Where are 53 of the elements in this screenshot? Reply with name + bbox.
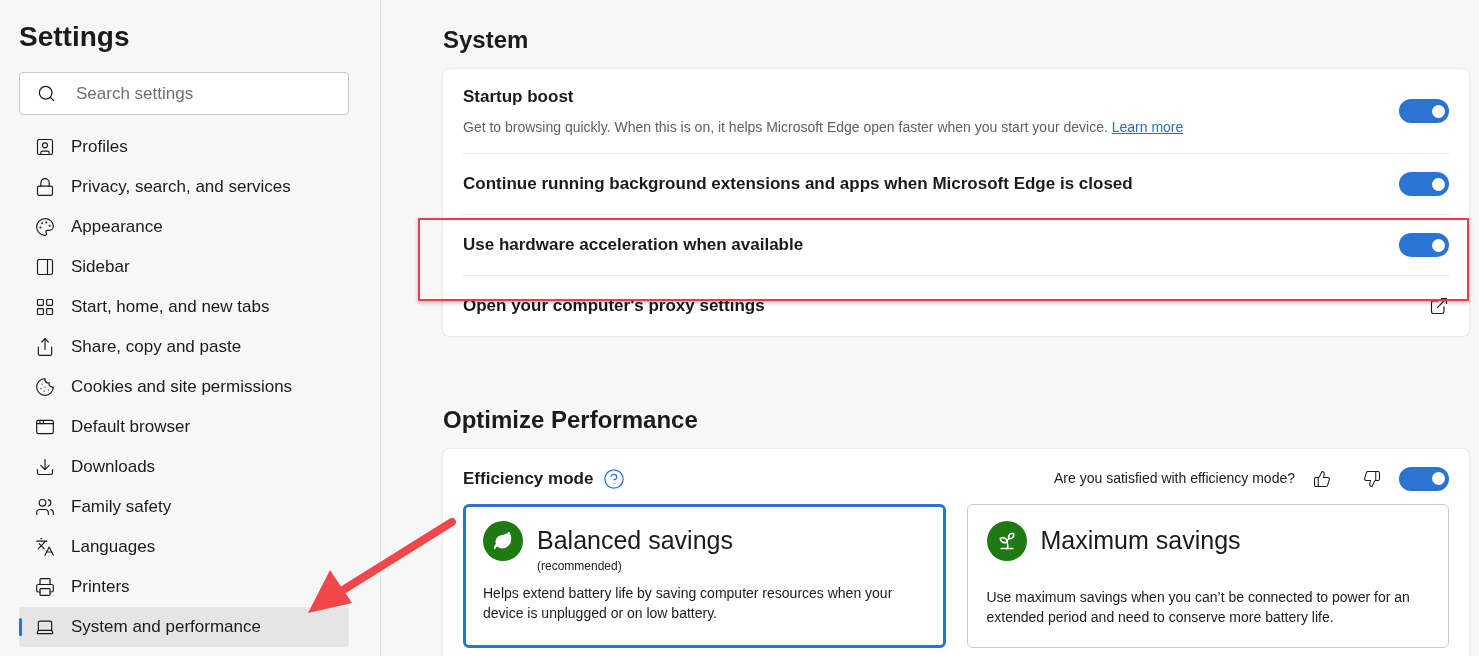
search-icon: [37, 84, 56, 103]
thumbs-up-icon[interactable]: [1313, 469, 1331, 488]
setting-label: Use hardware acceleration when available: [463, 234, 804, 257]
toggle-switch[interactable]: [1399, 172, 1449, 196]
option-description: Helps extend battery life by saving computer resources when your device is unplugged or on low battery.: [483, 583, 894, 623]
section-title: Optimize Performance: [443, 405, 699, 435]
toggle-switch[interactable]: [1399, 466, 1449, 491]
profile-icon: [35, 137, 55, 157]
grid-icon: [35, 297, 55, 317]
sidebar-item[interactable]: Start, home, and new tabs: [19, 287, 349, 327]
sidebar-item[interactable]: Downloads: [19, 447, 349, 487]
section-title: System: [443, 25, 530, 55]
browser-window-icon: [35, 417, 55, 437]
setting-description: Get to browsing quickly. When this is on, it helps Microsoft Edge open faster when you start your device. Learn more: [463, 118, 1184, 138]
leaf-icon: [483, 520, 523, 561]
learn-more-link[interactable]: Learn more: [1111, 119, 1184, 136]
option-description: Use maximum savings when you can’t be connected to power for an extended period and need to conserve more battery life.: [986, 587, 1411, 627]
sidebar-item[interactable]: Family safety: [19, 487, 349, 527]
settings-title: Settings: [19, 20, 131, 54]
option-title: Balanced savings: [537, 524, 733, 556]
help-icon[interactable]: [603, 467, 626, 490]
sidebar-item[interactable]: Share, copy and paste: [19, 327, 349, 367]
leaf-icon: [986, 520, 1027, 561]
setting-label: Efficiency mode: [463, 468, 594, 490]
cookie-icon: [35, 377, 55, 397]
panel-icon: [35, 257, 55, 277]
people-icon: [35, 497, 55, 517]
setting-label: Continue running background extensions and apps when Microsoft Edge is closed: [463, 173, 1133, 196]
search-field[interactable]: Search settings: [19, 72, 349, 115]
sidebar-item[interactable]: Profiles: [19, 127, 349, 167]
feedback-question: Are you satisfied with efficiency mode?: [1054, 469, 1295, 489]
lock-icon: [35, 177, 55, 197]
sidebar-item[interactable]: Sidebar: [19, 247, 349, 287]
setting-label: Startup boost: [463, 85, 575, 108]
option-title: Maximum savings: [1040, 524, 1241, 556]
sidebar-item[interactable]: Privacy, search, and services: [19, 167, 349, 207]
savings-option-card[interactable]: Maximum savings Use maximum savings when you can’t be connected to power for an extended period and need to conserve more battery life.: [966, 503, 1449, 648]
sidebar-item[interactable]: Cookies and site permissions: [19, 367, 349, 407]
sidebar-item[interactable]: Languages: [19, 527, 349, 567]
sidebar-item[interactable]: System and performance: [19, 607, 349, 647]
thumbs-down-icon[interactable]: [1363, 469, 1381, 488]
download-icon: [35, 457, 55, 477]
savings-option-card[interactable]: Balanced savings (recommended) Helps extend battery life by saving computer resources when your device is unplugged or on low battery.: [463, 503, 946, 648]
option-subtitle: (recommended): [537, 557, 623, 575]
languages-icon: [35, 537, 55, 557]
toggle-switch[interactable]: [1399, 233, 1449, 257]
printer-icon: [35, 577, 55, 597]
sidebar-item[interactable]: Default browser: [19, 407, 349, 447]
sidebar-item[interactable]: Printers: [19, 567, 349, 607]
palette-icon: [35, 217, 55, 237]
share-icon: [35, 337, 55, 357]
sidebar-item[interactable]: Appearance: [19, 207, 349, 247]
toggle-switch[interactable]: [1399, 99, 1449, 123]
